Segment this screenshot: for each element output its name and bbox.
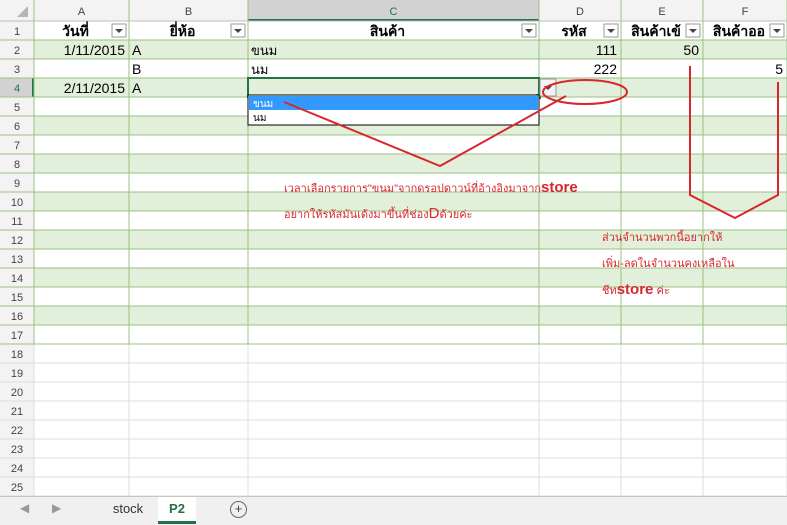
column-header-b[interactable]: B xyxy=(185,6,192,18)
row-number[interactable]: 5 xyxy=(14,102,20,114)
row-number[interactable]: 21 xyxy=(11,406,23,418)
table-header-6: สินค้าออ xyxy=(712,23,765,39)
table-band-row xyxy=(34,154,787,173)
dropdown-option[interactable]: ขนม xyxy=(253,99,273,110)
table-cell[interactable]: 5 xyxy=(775,61,783,77)
table-band-row xyxy=(34,287,787,306)
row-number[interactable]: 23 xyxy=(11,444,23,456)
table-cell[interactable]: ขนม xyxy=(251,43,277,58)
table-band-row xyxy=(34,268,787,287)
column-header-a[interactable]: A xyxy=(78,6,86,18)
row-number[interactable]: 4 xyxy=(14,83,20,95)
row-number[interactable]: 25 xyxy=(11,482,23,494)
table-band-row xyxy=(34,325,787,344)
row-number[interactable]: 13 xyxy=(11,254,23,266)
table-cell[interactable]: 50 xyxy=(683,42,699,58)
row-number[interactable]: 18 xyxy=(11,349,23,361)
row-number[interactable]: 1 xyxy=(14,26,20,38)
scroll-left-icon[interactable]: ◀ xyxy=(20,501,29,515)
row-number[interactable]: 3 xyxy=(14,64,20,76)
scroll-right-icon[interactable]: ▶ xyxy=(52,501,61,515)
row-number[interactable]: 6 xyxy=(14,121,20,133)
spreadsheet-grid[interactable]: A B C D E F1234567891011121314151617181920212… xyxy=(0,0,787,496)
table-cell[interactable]: A xyxy=(132,42,142,58)
annotation-note-2-line-2: เพิ่ม-ลดในจำนวนคงเหลือใน xyxy=(602,255,735,270)
annotation-note-2-line-1: ส่วนจำนวนพวกนี้อยากให้ xyxy=(602,229,722,244)
table-band-row xyxy=(34,135,787,154)
row-number[interactable]: 11 xyxy=(11,216,22,228)
table-cell[interactable]: 1/11/2015 xyxy=(64,42,125,58)
add-sheet-button[interactable]: + xyxy=(230,501,247,518)
tab-stock[interactable]: stock xyxy=(100,497,156,521)
table-cell[interactable]: B xyxy=(132,61,141,77)
table-cell[interactable]: 111 xyxy=(596,42,617,58)
table-header-5: สินค้าเข้ xyxy=(631,23,681,39)
row-number[interactable]: 17 xyxy=(11,330,23,342)
table-band-row xyxy=(34,59,787,78)
table-cell[interactable]: A xyxy=(132,80,142,96)
table-cell[interactable]: 222 xyxy=(594,61,618,77)
column-header-e[interactable]: E xyxy=(658,6,665,18)
row-number[interactable]: 8 xyxy=(14,159,20,171)
table-header-3: สินค้า xyxy=(369,23,405,39)
table-header-1: วันที่ xyxy=(62,21,89,39)
table-cell[interactable]: นม xyxy=(251,62,268,77)
sheet-tab-bar: ◀ ▶ stock P2 + xyxy=(0,496,787,525)
table-cell[interactable]: 2/11/2015 xyxy=(64,80,125,96)
row-number[interactable]: 19 xyxy=(11,368,23,380)
row-number[interactable]: 10 xyxy=(11,197,23,209)
row-number[interactable]: 24 xyxy=(11,463,23,475)
column-header-d[interactable]: D xyxy=(576,6,584,18)
row-number[interactable]: 15 xyxy=(11,292,23,304)
table-band-row xyxy=(34,40,787,59)
table-band-row xyxy=(34,306,787,325)
table-header-2: ยี่ห้อ xyxy=(169,21,196,39)
table-header-4: รหัส xyxy=(561,23,587,39)
column-header-c[interactable]: C xyxy=(390,6,398,18)
row-number[interactable]: 9 xyxy=(14,178,20,190)
row-number[interactable]: 16 xyxy=(11,311,23,323)
row-number[interactable]: 22 xyxy=(11,425,23,437)
column-header-f[interactable]: F xyxy=(742,6,749,18)
row-number[interactable]: 12 xyxy=(11,235,23,247)
dropdown-option[interactable]: นม xyxy=(253,113,266,124)
row-number[interactable]: 2 xyxy=(14,45,20,57)
row-number[interactable]: 20 xyxy=(11,387,23,399)
dropdown-option-highlight xyxy=(249,96,538,110)
table-band-row xyxy=(34,78,787,97)
row-number[interactable]: 14 xyxy=(11,273,23,285)
tab-p2[interactable]: P2 xyxy=(158,497,196,524)
row-number[interactable]: 7 xyxy=(14,140,20,152)
